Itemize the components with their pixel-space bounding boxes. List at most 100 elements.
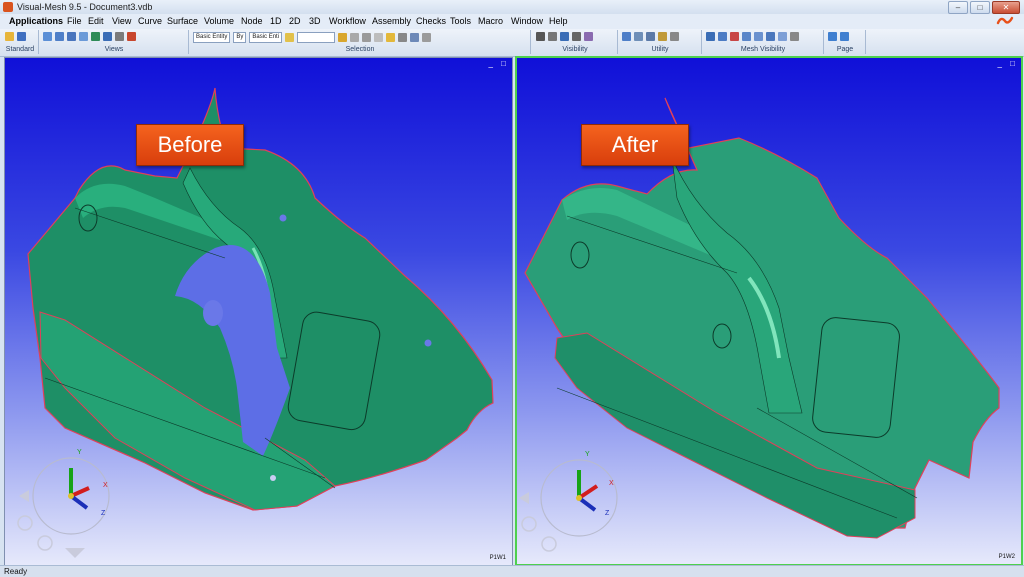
axis-y-label: Y [77, 449, 82, 456]
viewport-name: P1W2 [998, 554, 1015, 560]
show-all-icon[interactable] [584, 32, 593, 41]
axis-y-label: Y [585, 451, 590, 458]
pick-icon[interactable] [285, 33, 295, 42]
show-only-icon[interactable] [560, 32, 569, 41]
menu-3d[interactable]: 3D [309, 15, 321, 28]
menu-applications[interactable]: Applications [9, 15, 63, 28]
menu-assembly[interactable]: Assembly [372, 15, 411, 28]
mesh-nodes-icon[interactable] [778, 32, 787, 41]
menu-edit[interactable]: Edit [88, 15, 104, 28]
before-callout: Before [136, 124, 244, 166]
menu-view[interactable]: View [112, 15, 131, 28]
axis-z-label: Z [101, 510, 106, 517]
select-all-icon[interactable] [338, 33, 348, 42]
pan-icon[interactable] [103, 32, 112, 41]
filter-icon[interactable] [410, 33, 420, 42]
toolbar-label-views: Views [104, 46, 124, 53]
toolbar-group-page: Page [825, 30, 866, 54]
mesh-2d-icon[interactable] [742, 32, 751, 41]
toolbar-group-selection: Basic Entity By Basic Enti Selection [190, 30, 531, 54]
menu-2d[interactable]: 2D [289, 15, 301, 28]
menu-node[interactable]: Node [241, 15, 263, 28]
utility-tool-icon[interactable] [658, 32, 667, 41]
mesh-shaded-icon[interactable] [706, 32, 715, 41]
utility-options-icon[interactable] [670, 32, 679, 41]
close-button[interactable]: ✕ [992, 1, 1020, 14]
select-connected-icon[interactable] [374, 33, 384, 42]
toolbar-label-mesh-visibility: Mesh Visibility [740, 46, 786, 53]
menu-window[interactable]: Window [511, 15, 543, 28]
menu-help[interactable]: Help [549, 15, 568, 28]
mesh-free-edge-icon[interactable] [730, 32, 739, 41]
render-mode-icon[interactable] [127, 32, 136, 41]
menu-curve[interactable]: Curve [138, 15, 162, 28]
viewport-before[interactable]: _ □ Before Y X Z P1W1 [4, 57, 513, 566]
view-side-icon[interactable] [67, 32, 76, 41]
toolbar-group-visibility: Visibility [533, 30, 618, 54]
toolbar-label-visibility: Visibility [562, 46, 588, 53]
toolbar-label-standard: Standard [5, 46, 35, 53]
mesh-1d-icon[interactable] [766, 32, 775, 41]
menu-surface[interactable]: Surface [167, 15, 198, 28]
menu-file[interactable]: File [67, 15, 82, 28]
toolbar-group-utility: Utility [619, 30, 702, 54]
page-prev-icon[interactable] [828, 32, 837, 41]
selection-input[interactable] [297, 32, 336, 43]
view-front-icon[interactable] [43, 32, 52, 41]
title-bar: Visual-Mesh 9.5 - Document3.vdb – □ ✕ [0, 0, 1024, 15]
page-next-icon[interactable] [840, 32, 849, 41]
viewport-after[interactable]: _ □ After Y X Z P1W2 [515, 56, 1023, 566]
entity-type-select[interactable]: Basic Entity [193, 32, 231, 43]
deselect-icon[interactable] [398, 33, 408, 42]
menu-bar: Applications File Edit View Curve Surfac… [0, 14, 1024, 29]
maximize-button[interactable]: □ [970, 1, 990, 14]
toolbar-label-utility: Utility [651, 46, 669, 53]
toolbar-group-mesh-visibility: Mesh Visibility [703, 30, 824, 54]
select-by-select[interactable]: By [233, 32, 247, 43]
eye-icon[interactable] [548, 32, 557, 41]
window-controls: – □ ✕ [948, 1, 1020, 14]
after-callout: After [581, 124, 689, 166]
viewport-name: P1W1 [489, 555, 506, 561]
view-top-icon[interactable] [55, 32, 64, 41]
zoom-icon[interactable] [115, 32, 124, 41]
menu-tools[interactable]: Tools [450, 15, 471, 28]
mesh-options-icon[interactable] [790, 32, 799, 41]
menu-volume[interactable]: Volume [204, 15, 234, 28]
toolbar-group-standard: Standard [2, 30, 39, 54]
axis-x-label: X [103, 482, 108, 489]
select-box-icon[interactable] [350, 33, 360, 42]
axis-z-label: Z [605, 510, 610, 517]
menu-checks[interactable]: Checks [416, 15, 446, 28]
reverse-visibility-icon[interactable] [572, 32, 581, 41]
menu-1d[interactable]: 1D [270, 15, 282, 28]
status-bar: Ready [0, 565, 1024, 577]
mesh-wire-icon[interactable] [718, 32, 727, 41]
open-icon[interactable] [5, 32, 14, 41]
mesh-3d-icon[interactable] [754, 32, 763, 41]
app-icon[interactable] [3, 2, 13, 12]
measure-icon[interactable] [622, 32, 631, 41]
select-attached-icon[interactable] [386, 33, 396, 42]
esi-logo-icon [996, 16, 1014, 25]
view-iso-icon[interactable] [79, 32, 88, 41]
window-title: Visual-Mesh 9.5 - Document3.vdb [17, 2, 153, 12]
minimize-button[interactable]: – [948, 1, 968, 14]
hide-icon[interactable] [536, 32, 545, 41]
save-icon[interactable] [17, 32, 26, 41]
toolbar-label-page: Page [836, 46, 854, 53]
menu-macro[interactable]: Macro [478, 15, 503, 28]
ruler-icon[interactable] [634, 32, 643, 41]
toolbar: Standard Views Basic Entity By Basic Ent… [0, 29, 1024, 57]
select-polygon-icon[interactable] [362, 33, 372, 42]
part-model-before[interactable] [5, 58, 512, 565]
axis-x-label: X [609, 480, 614, 487]
menu-workflow[interactable]: Workflow [329, 15, 366, 28]
toolbar-label-selection: Selection [345, 46, 375, 53]
selection-options-icon[interactable] [422, 33, 432, 42]
grid-icon[interactable] [646, 32, 655, 41]
rotate-icon[interactable] [91, 32, 100, 41]
status-text: Ready [4, 567, 28, 576]
toolbar-group-views: Views [40, 30, 189, 54]
entity-type-select-2[interactable]: Basic Enti [249, 32, 283, 43]
